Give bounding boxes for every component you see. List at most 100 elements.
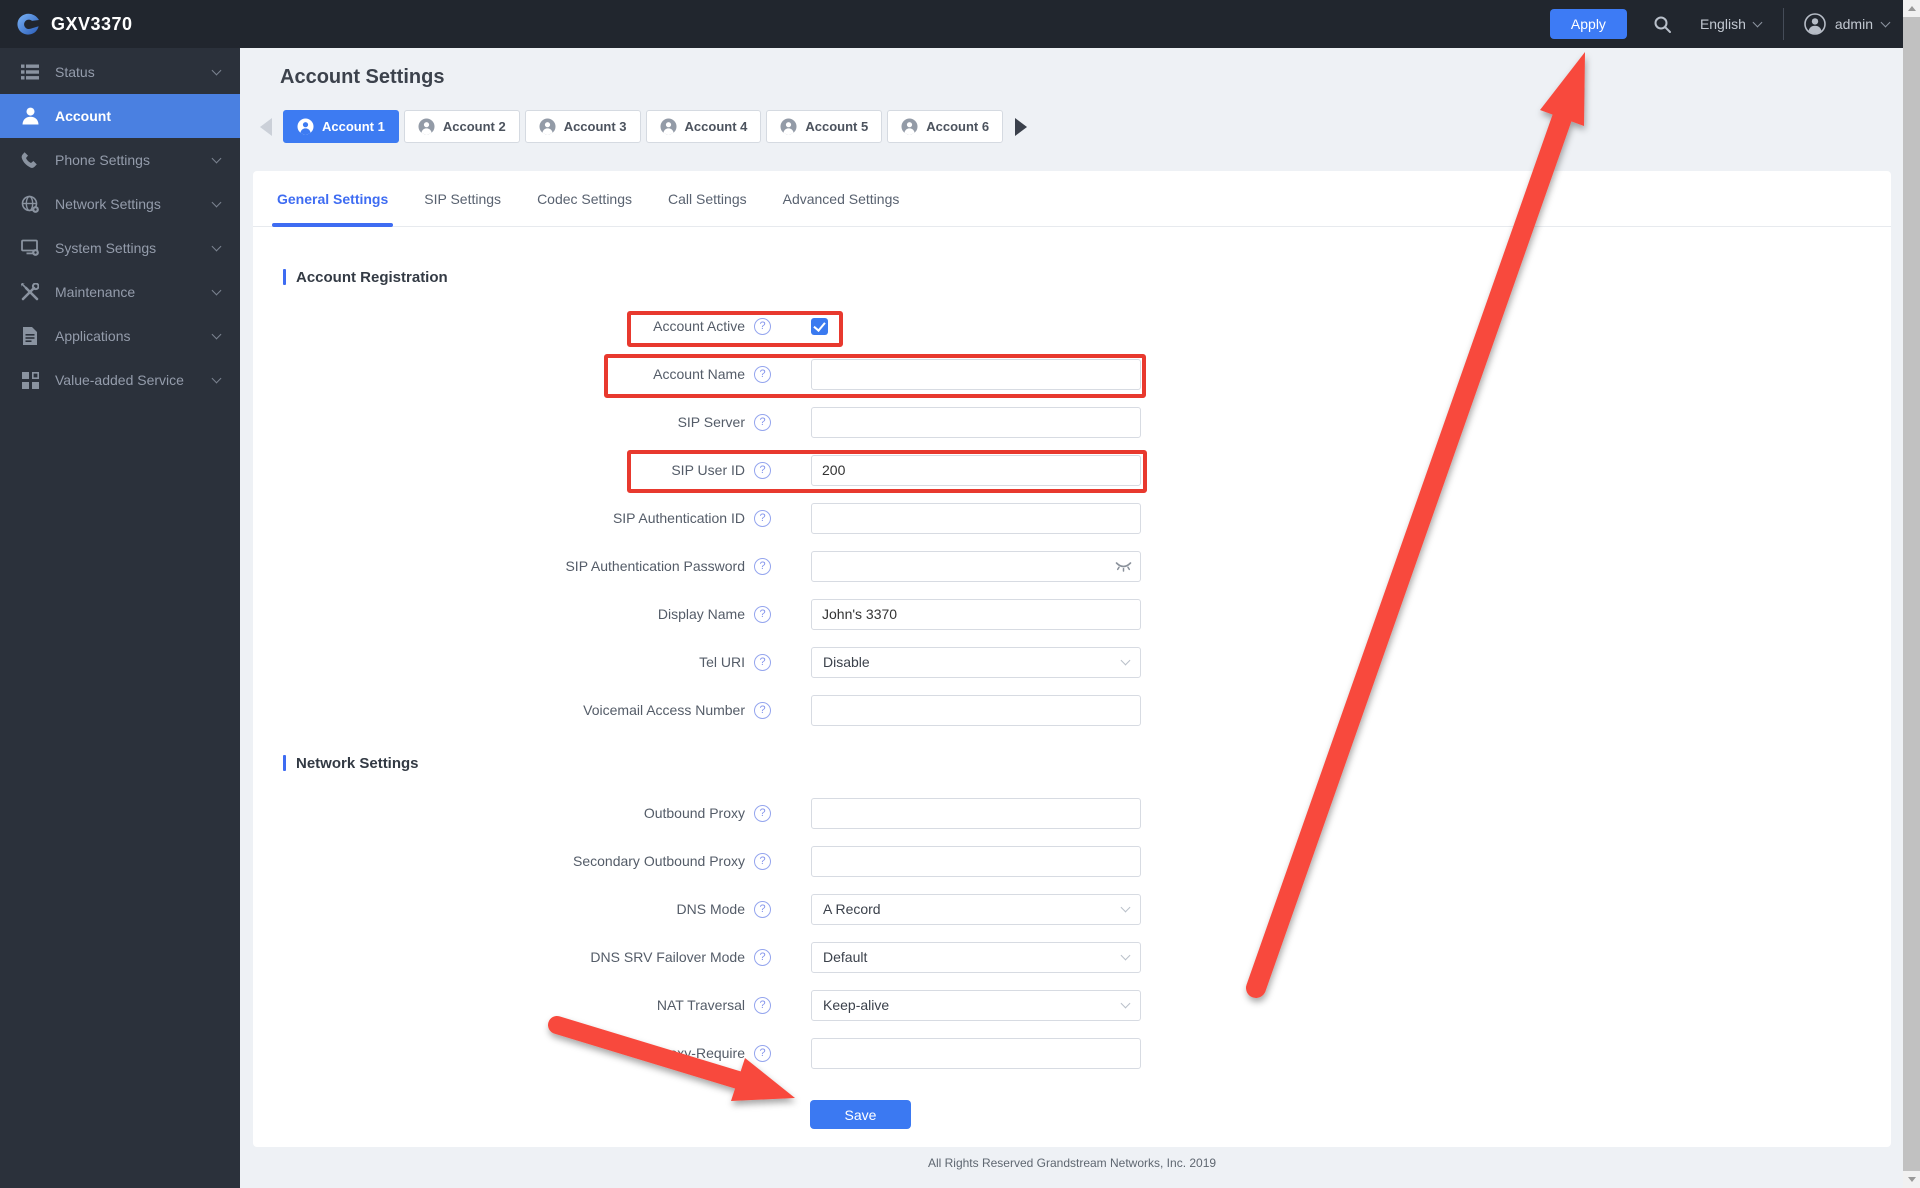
help-icon[interactable]: ? <box>754 557 771 575</box>
form-row-voicemail-access-number: Voicemail Access Number ? <box>253 686 1891 734</box>
sidebar-item-status[interactable]: Status <box>0 50 240 94</box>
help-icon[interactable]: ? <box>754 317 771 335</box>
sip-server-input[interactable] <box>811 406 1141 438</box>
chevron-down-icon <box>211 329 222 340</box>
sidebar-item-value-added-service[interactable]: Value-added Service <box>0 358 240 402</box>
scroll-down-arrow-icon[interactable] <box>1903 1171 1920 1188</box>
grid-icon <box>20 370 40 390</box>
apply-button[interactable]: Apply <box>1549 9 1627 39</box>
chevron-down-icon <box>1880 17 1891 28</box>
tab-general-settings[interactable]: General Settings <box>271 171 394 227</box>
tab-sip-settings[interactable]: SIP Settings <box>424 171 501 227</box>
form-row-dns-srv-failover-mode: DNS SRV Failover Mode ? Default <box>253 933 1891 981</box>
tab-account-2[interactable]: Account 2 <box>403 110 520 143</box>
sidebar-item-label: System Settings <box>55 240 157 256</box>
chevron-down-icon <box>211 153 222 164</box>
sip-authentication-password-input[interactable] <box>811 550 1141 582</box>
sidebar-item-applications[interactable]: Applications <box>0 314 240 358</box>
tab-account-1[interactable]: Account 1 <box>283 110 399 143</box>
section-account-registration: Account Registration <box>283 267 1891 287</box>
sidebar-item-label: Applications <box>55 328 131 344</box>
tools-icon <box>20 282 40 302</box>
monitor-gear-icon <box>20 238 40 258</box>
voicemail-access-number-input[interactable] <box>811 694 1141 726</box>
account-tab-label: Account 6 <box>926 119 990 134</box>
tab-call-settings[interactable]: Call Settings <box>668 171 747 227</box>
page-title: Account Settings <box>280 66 445 88</box>
sidebar-item-system-settings[interactable]: System Settings <box>0 226 240 270</box>
tab-account-5[interactable]: Account 5 <box>766 110 883 143</box>
form-row-dns-mode: DNS Mode ? A Record <box>253 885 1891 933</box>
sidebar-item-label: Account <box>55 108 111 124</box>
help-icon[interactable]: ? <box>754 948 771 966</box>
help-icon[interactable]: ? <box>754 852 771 870</box>
sidebar-item-account[interactable]: Account <box>0 94 240 138</box>
eye-off-icon[interactable] <box>1115 559 1132 578</box>
help-icon[interactable]: ? <box>754 413 771 431</box>
form-row-secondary-outbound-proxy: Secondary Outbound Proxy ? <box>253 837 1891 885</box>
tab-account-4[interactable]: Account 4 <box>645 110 762 143</box>
display-name-input[interactable] <box>811 598 1141 630</box>
sip-authentication-id-input[interactable] <box>811 502 1141 534</box>
settings-card: General Settings SIP Settings Codec Sett… <box>253 171 1891 1147</box>
form-row-proxy-require: Proxy-Require ? <box>253 1029 1891 1077</box>
account-active-checkbox[interactable] <box>811 317 828 335</box>
save-button[interactable]: Save <box>810 1100 911 1129</box>
search-icon[interactable] <box>1653 15 1672 34</box>
user-icon <box>20 106 40 126</box>
footer-copyright: All Rights Reserved Grandstream Networks… <box>927 1156 1217 1170</box>
person-icon <box>297 118 314 135</box>
sip-user-id-input[interactable] <box>811 454 1141 486</box>
account-tab-strip: Account 1 Account 2 Account 3 Account 4 … <box>260 110 1028 143</box>
sidebar-item-phone-settings[interactable]: Phone Settings <box>0 138 240 182</box>
sidebar-item-network-settings[interactable]: Network Settings <box>0 182 240 226</box>
scroll-up-arrow-icon[interactable] <box>1903 0 1920 17</box>
tab-codec-settings[interactable]: Codec Settings <box>537 171 632 227</box>
chevron-down-icon <box>1120 998 1131 1008</box>
help-icon[interactable]: ? <box>754 996 771 1014</box>
tel-uri-select[interactable]: Disable <box>811 646 1141 678</box>
tab-account-6[interactable]: Account 6 <box>887 110 1004 143</box>
help-icon[interactable]: ? <box>754 804 771 822</box>
account-tab-label: Account 3 <box>563 119 627 134</box>
sidebar-item-label: Maintenance <box>55 284 136 300</box>
chevron-down-icon <box>1120 655 1131 665</box>
form-row-account-name: Account Name ? <box>253 350 1891 398</box>
account-name-input[interactable] <box>811 358 1141 390</box>
account-tab-label: Account 2 <box>442 119 506 134</box>
help-icon[interactable]: ? <box>754 653 771 671</box>
help-icon[interactable]: ? <box>754 605 771 623</box>
tab-account-3[interactable]: Account 3 <box>524 110 641 143</box>
dns-mode-select[interactable]: A Record <box>811 893 1141 925</box>
sidebar-item-label: Network Settings <box>55 196 161 212</box>
chevron-down-icon <box>211 373 222 384</box>
secondary-outbound-proxy-input[interactable] <box>811 845 1141 877</box>
proxy-require-input[interactable] <box>811 1037 1141 1069</box>
dns-srv-failover-selected-value: Default <box>823 949 868 965</box>
chevron-down-icon <box>211 65 222 76</box>
help-icon[interactable]: ? <box>754 701 771 719</box>
list-icon <box>20 62 40 82</box>
vertical-scrollbar[interactable] <box>1903 0 1920 1188</box>
sidebar-item-label: Status <box>55 64 95 80</box>
chevron-down-icon <box>211 241 222 252</box>
scrollbar-thumb[interactable] <box>1903 17 1920 1171</box>
help-icon[interactable]: ? <box>754 509 771 527</box>
next-accounts-chevron-icon[interactable] <box>1015 117 1028 136</box>
outbound-proxy-input[interactable] <box>811 797 1141 829</box>
nat-traversal-select[interactable]: Keep-alive <box>811 989 1141 1021</box>
user-menu[interactable]: admin <box>1804 13 1891 35</box>
language-dropdown[interactable]: English <box>1700 16 1763 32</box>
sidebar-item-label: Phone Settings <box>55 152 150 168</box>
help-icon[interactable]: ? <box>754 365 771 383</box>
section-network-settings: Network Settings <box>283 753 1891 773</box>
username-label: admin <box>1834 16 1873 32</box>
help-icon[interactable]: ? <box>754 900 771 918</box>
prev-accounts-chevron-icon[interactable] <box>260 117 272 136</box>
tab-advanced-settings[interactable]: Advanced Settings <box>783 171 900 227</box>
dns-srv-failover-mode-select[interactable]: Default <box>811 941 1141 973</box>
help-icon[interactable]: ? <box>754 461 771 479</box>
nat-traversal-selected-value: Keep-alive <box>823 997 890 1013</box>
sidebar-item-maintenance[interactable]: Maintenance <box>0 270 240 314</box>
help-icon[interactable]: ? <box>754 1044 771 1062</box>
